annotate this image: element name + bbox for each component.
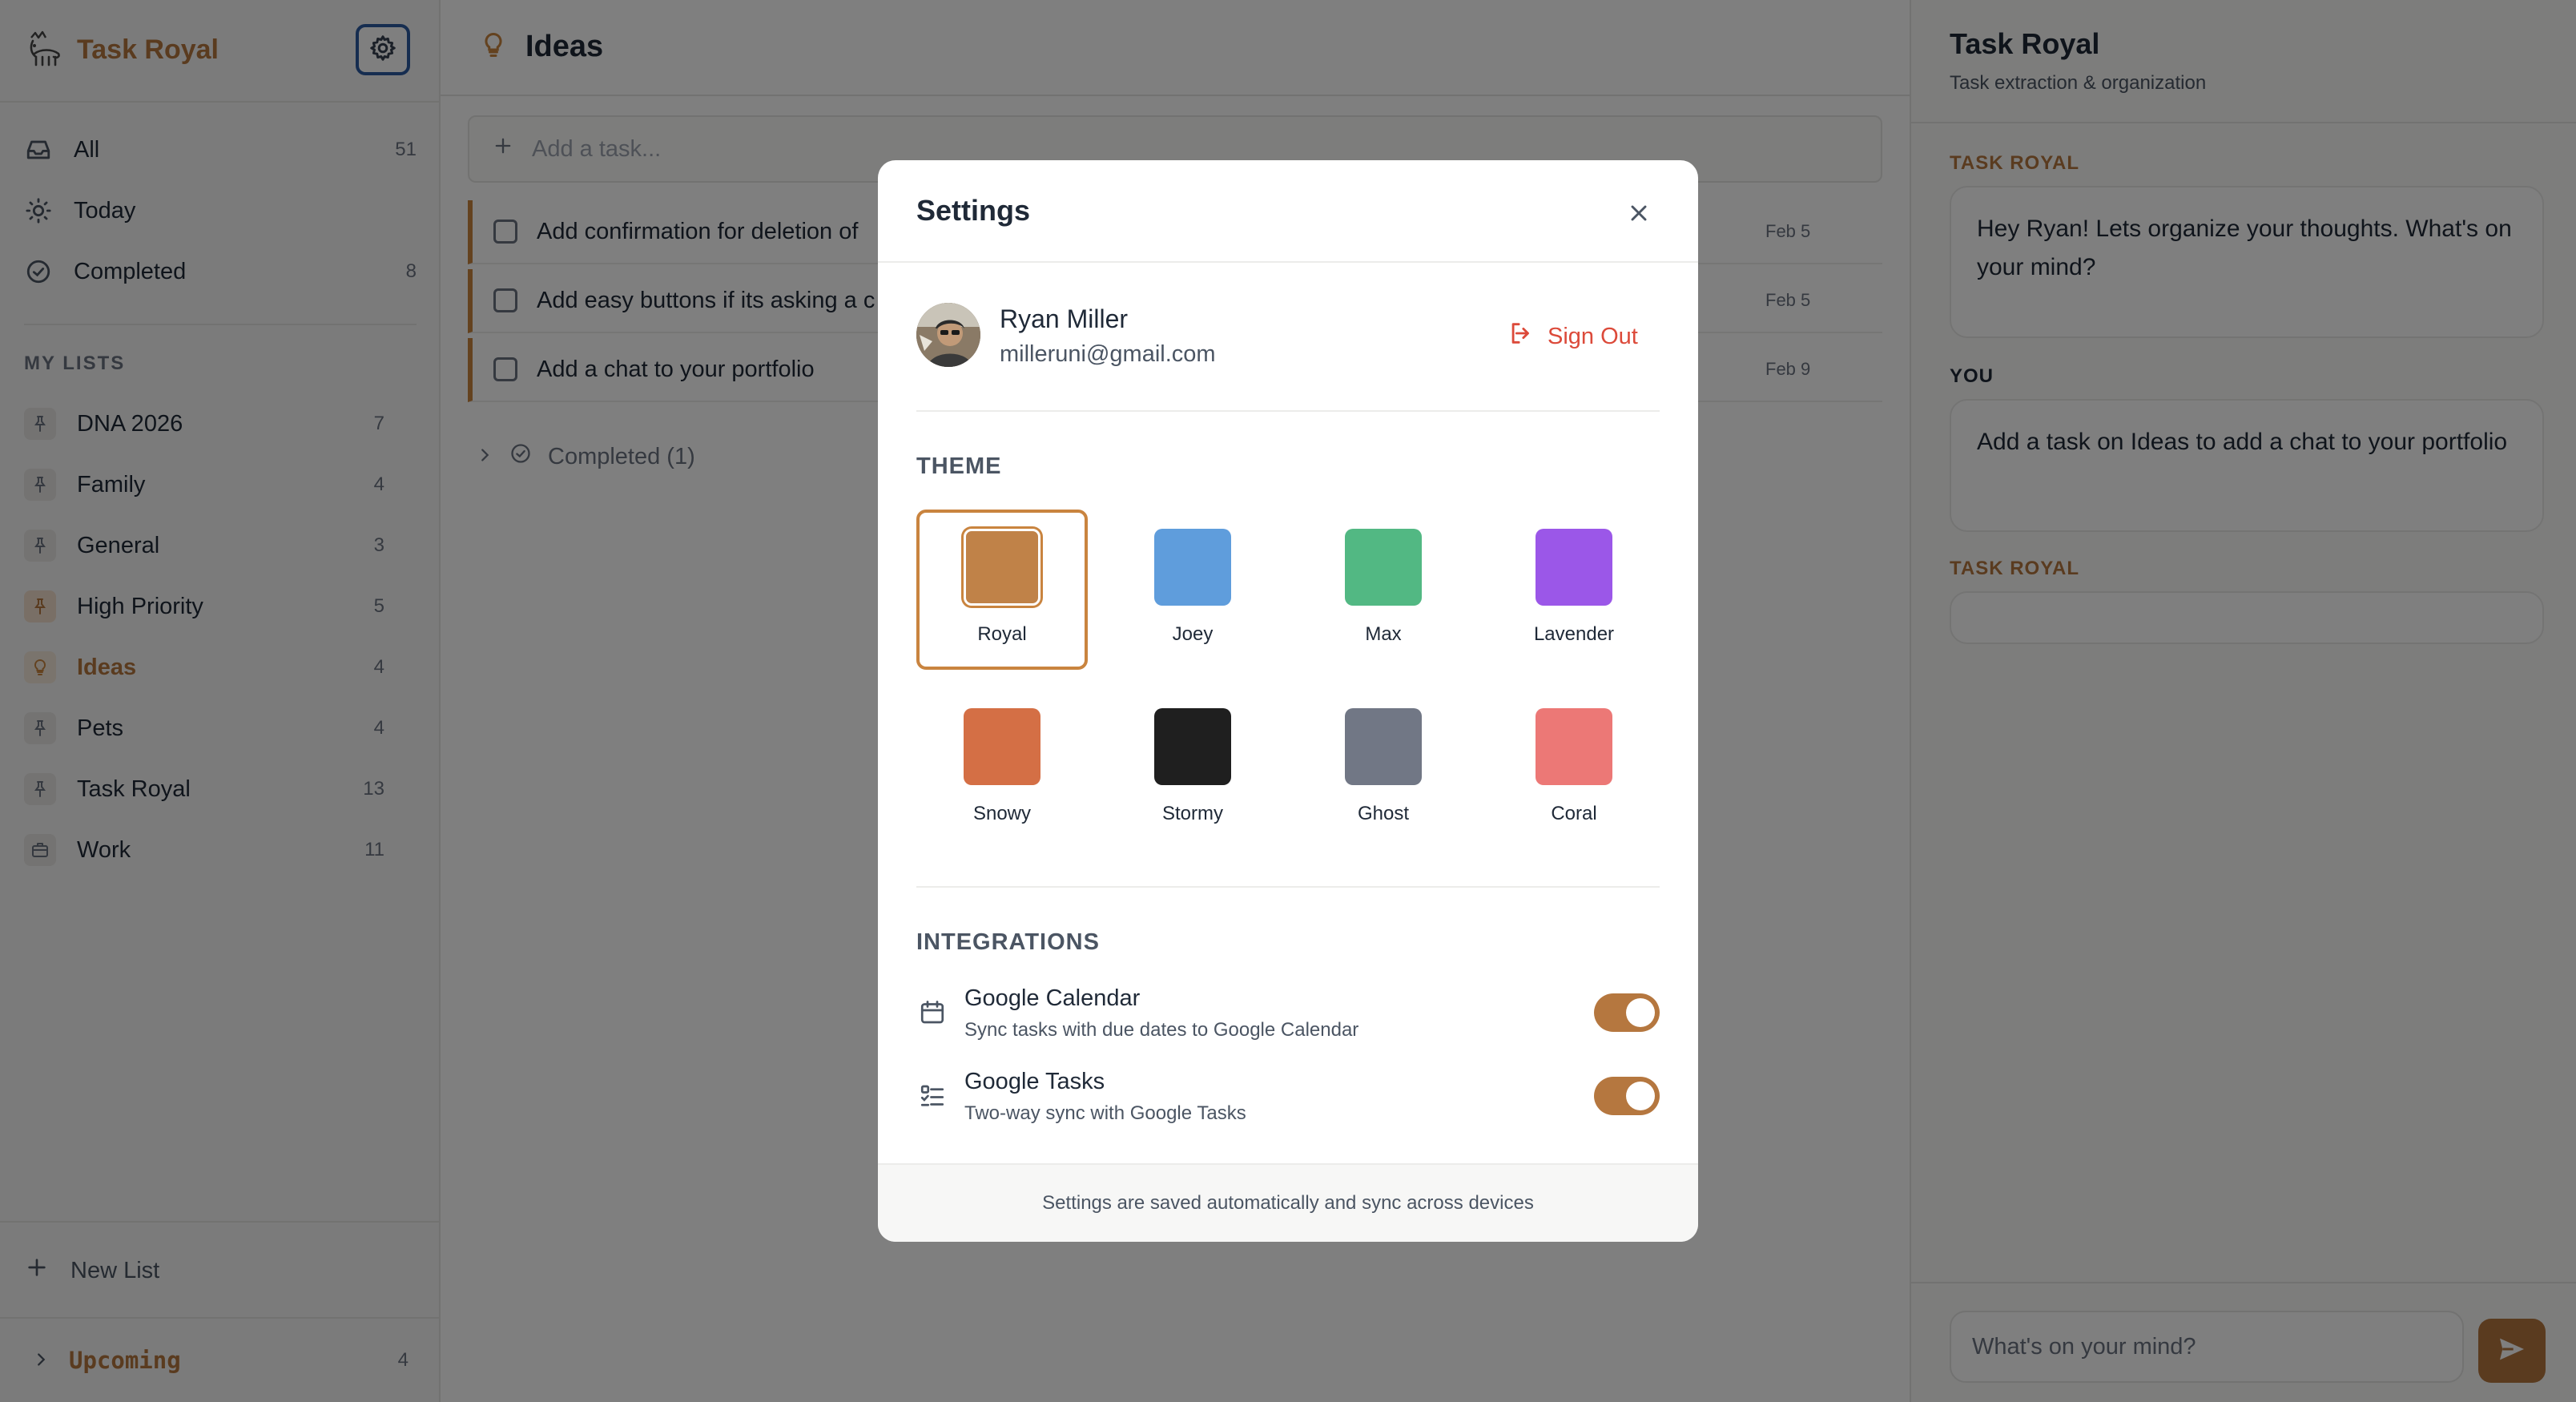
divider	[916, 886, 1660, 888]
integrations-heading: INTEGRATIONS	[916, 929, 1100, 955]
checklist-icon	[916, 1080, 948, 1112]
theme-swatch	[1154, 708, 1231, 785]
settings-modal: Settings Ryan Miller milleruni@gmail.com…	[878, 160, 1698, 1242]
toggle-knob	[1626, 1082, 1655, 1110]
theme-label: Stormy	[1161, 803, 1223, 824]
close-icon	[1626, 200, 1652, 230]
calendar-icon	[916, 997, 948, 1029]
divider	[878, 261, 1698, 263]
google-calendar-toggle[interactable]	[1594, 993, 1660, 1032]
footer-note: Settings are saved automatically and syn…	[1042, 1192, 1534, 1214]
sign-out-label: Sign Out	[1548, 323, 1638, 349]
modal-title: Settings	[916, 194, 1031, 227]
theme-label: Coral	[1551, 803, 1597, 824]
integration-name: Google Tasks	[964, 1069, 1105, 1094]
theme-heading: THEME	[916, 453, 1002, 479]
theme-swatch	[1345, 529, 1422, 606]
user-name: Ryan Miller	[1000, 304, 1129, 333]
integration-google-tasks: Google Tasks Two-way sync with Google Ta…	[916, 1069, 1660, 1133]
toggle-knob	[1626, 998, 1655, 1027]
close-button[interactable]	[1615, 191, 1663, 239]
theme-option-ghost[interactable]: Ghost	[1298, 689, 1469, 849]
theme-label: Royal	[977, 623, 1027, 645]
theme-swatch	[1536, 529, 1612, 606]
sign-out-button[interactable]: Sign Out	[1507, 317, 1638, 356]
theme-label: Snowy	[972, 803, 1032, 824]
integration-description: Two-way sync with Google Tasks	[964, 1102, 1246, 1124]
logout-icon	[1507, 320, 1535, 353]
modal-footer: Settings are saved automatically and syn…	[878, 1163, 1698, 1242]
theme-swatch	[1536, 708, 1612, 785]
theme-swatch	[1345, 708, 1422, 785]
theme-option-max[interactable]: Max	[1298, 510, 1469, 670]
theme-label: Max	[1365, 623, 1402, 645]
theme-option-snowy[interactable]: Snowy	[916, 689, 1088, 849]
integration-name: Google Calendar	[964, 985, 1141, 1011]
google-tasks-toggle[interactable]	[1594, 1077, 1660, 1115]
divider	[916, 410, 1660, 412]
theme-option-joey[interactable]: Joey	[1107, 510, 1278, 670]
theme-swatch	[964, 708, 1040, 785]
theme-option-stormy[interactable]: Stormy	[1107, 689, 1278, 849]
integration-description: Sync tasks with due dates to Google Cale…	[964, 1019, 1359, 1041]
theme-option-lavender[interactable]: Lavender	[1488, 510, 1660, 670]
avatar	[916, 303, 980, 367]
user-email: milleruni@gmail.com	[1000, 341, 1216, 367]
integration-google-calendar: Google Calendar Sync tasks with due date…	[916, 985, 1660, 1049]
theme-option-coral[interactable]: Coral	[1488, 689, 1660, 849]
theme-option-royal[interactable]: Royal	[916, 510, 1088, 670]
theme-label: Ghost	[1357, 803, 1410, 824]
theme-label: Joey	[1172, 623, 1214, 645]
theme-label: Lavender	[1533, 623, 1615, 645]
theme-swatch	[964, 529, 1040, 606]
theme-swatch	[1154, 529, 1231, 606]
